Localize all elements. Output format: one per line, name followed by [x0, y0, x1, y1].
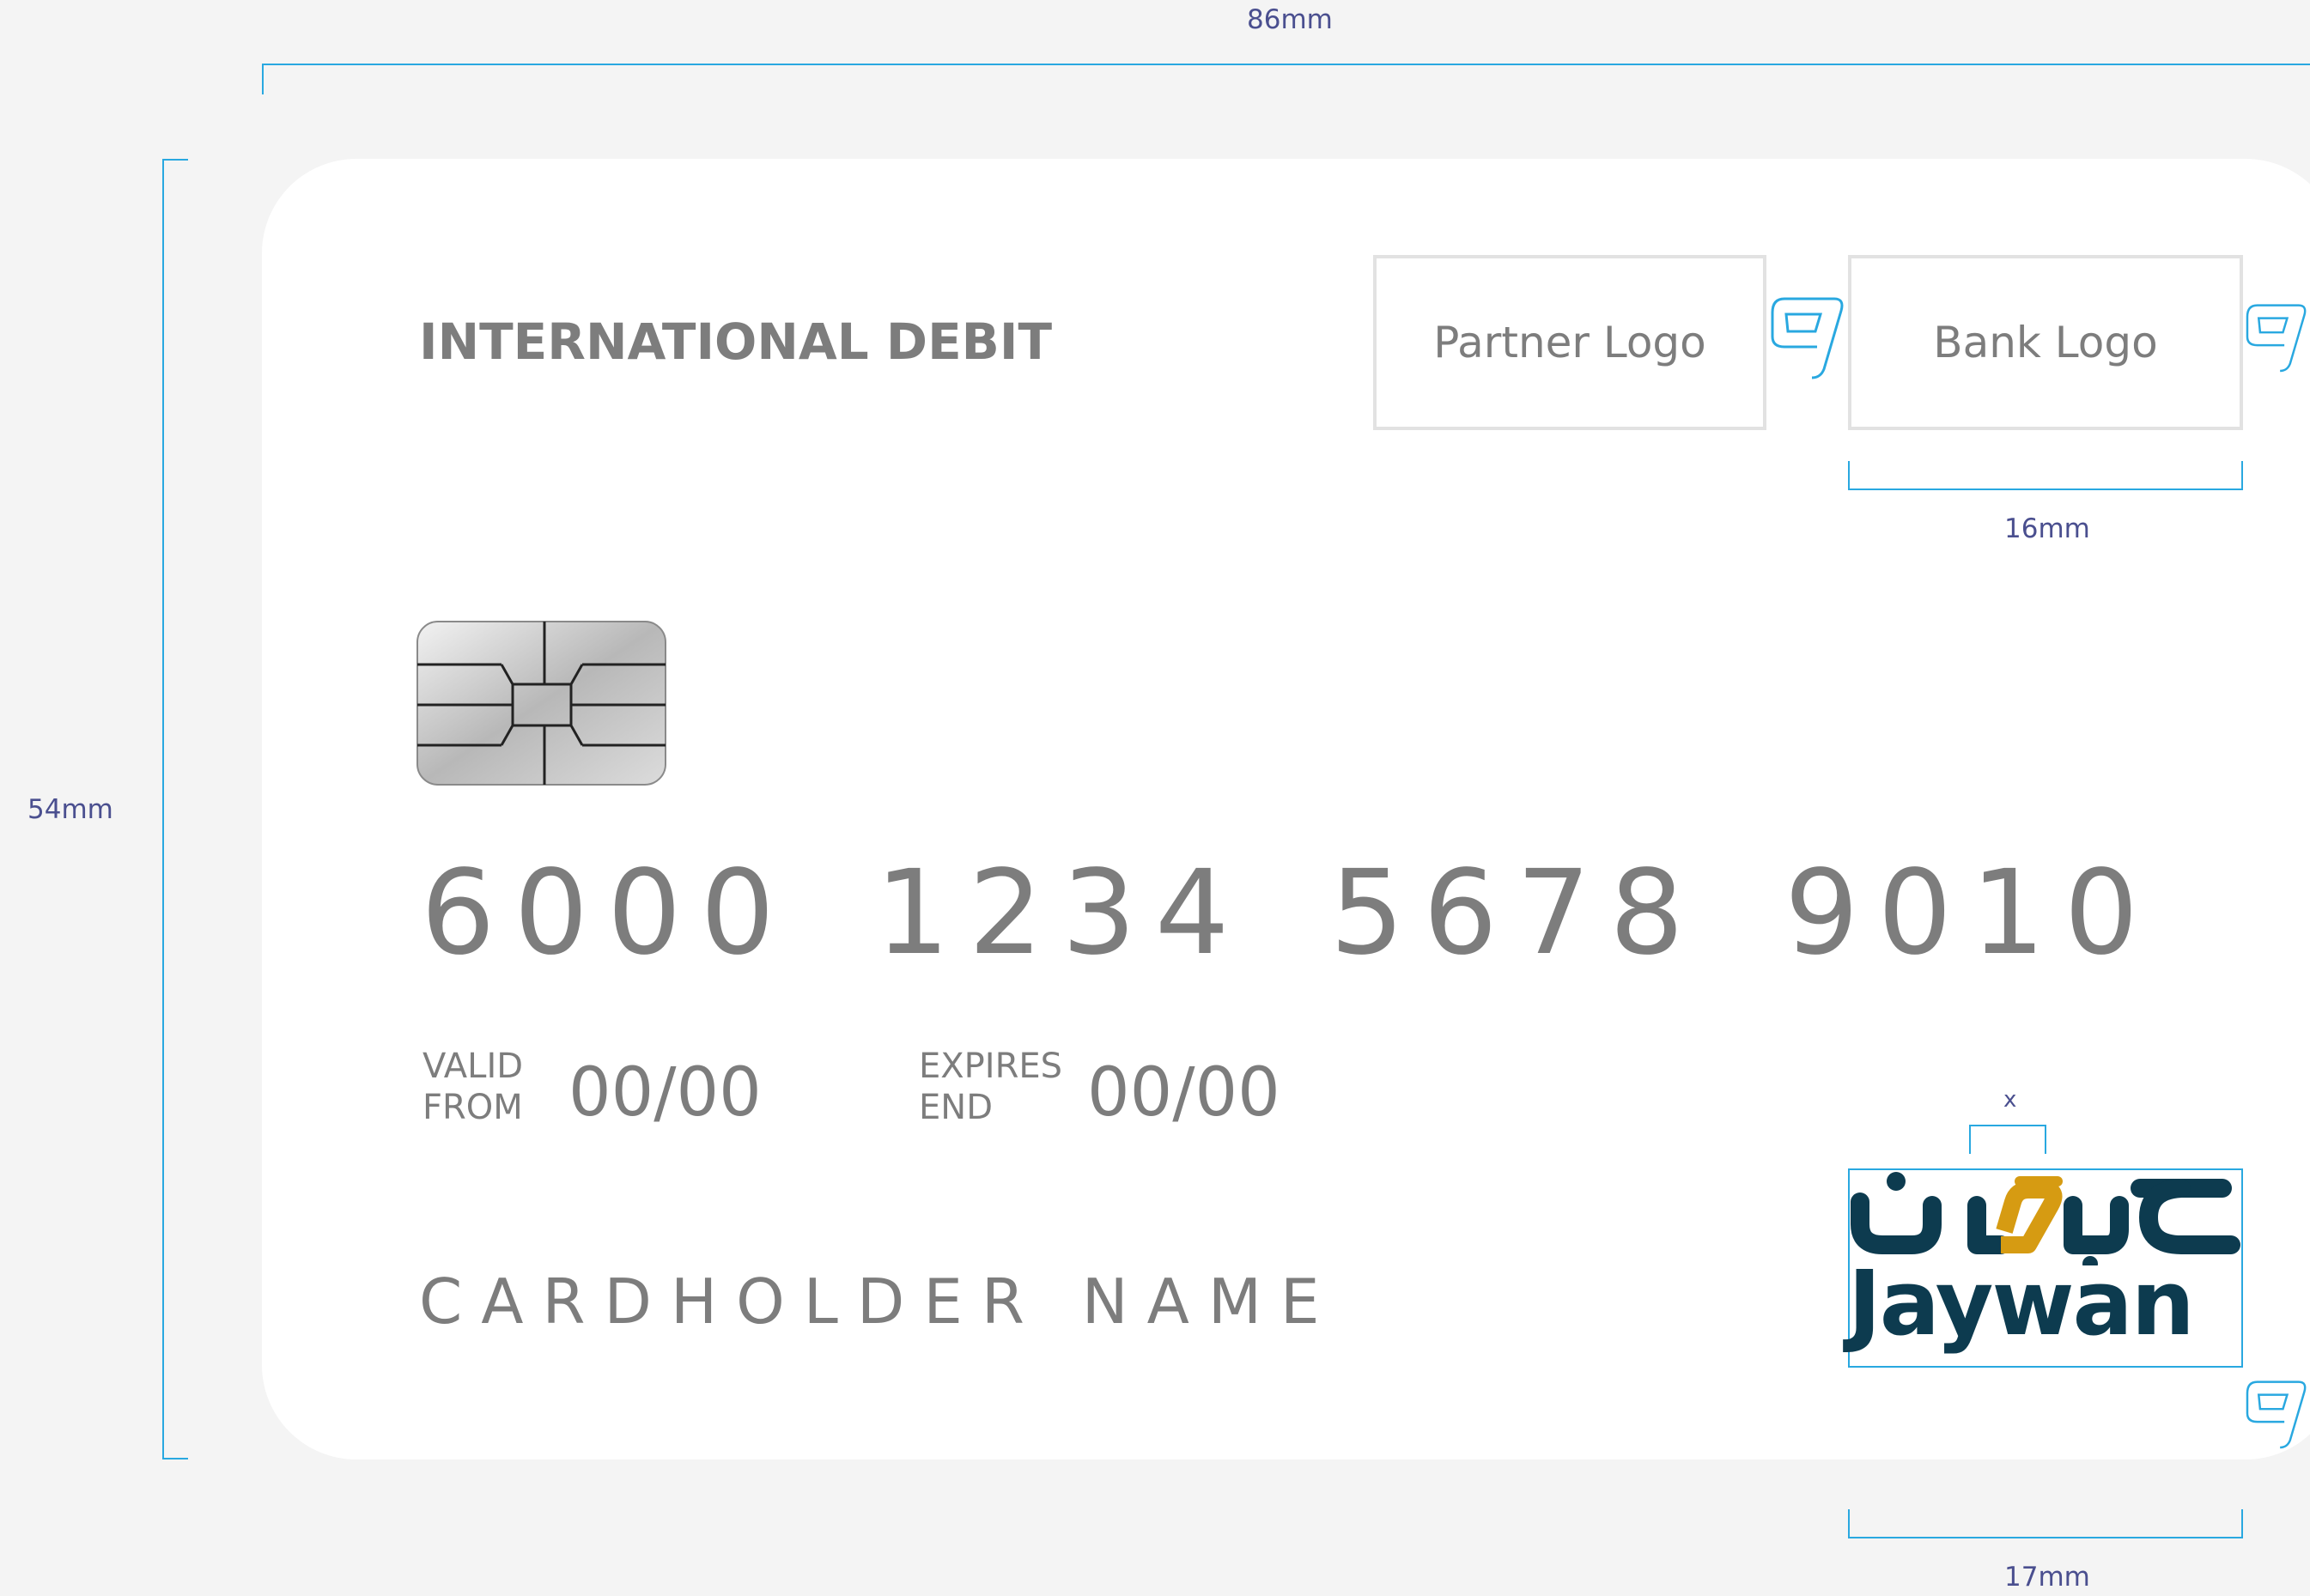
bank-logo-label: Bank Logo [1933, 318, 2158, 367]
scheme-logo-width-bracket [1848, 1509, 2243, 1538]
card-width-bracket [262, 64, 2310, 94]
bank-logo-width-bracket [1848, 461, 2243, 490]
clearspace-mark-icon [2246, 1381, 2307, 1449]
card-height-label: 54mm [27, 794, 113, 825]
bank-logo-placeholder: Bank Logo [1848, 255, 2243, 430]
cardholder-name: CARDHOLDER NAME [419, 1265, 1339, 1338]
card-type-title: INTERNATIONAL DEBIT [419, 313, 1053, 371]
valid-from-label-line2: FROM [422, 1088, 523, 1127]
valid-from-label-line1: VALID [422, 1047, 524, 1086]
clearspace-mark-icon [2246, 304, 2307, 373]
expires-end-label-line1: EXPIRES [919, 1047, 1063, 1086]
partner-logo-label: Partner Logo [1433, 318, 1706, 367]
partner-logo-placeholder: Partner Logo [1373, 255, 1766, 430]
emv-chip-icon [416, 621, 666, 786]
expires-end-value: 00/00 [1087, 1054, 1280, 1132]
clearspace-x-bracket [1969, 1125, 2046, 1154]
card-width-label: 86mm [1247, 4, 1333, 35]
valid-from-value: 00/00 [568, 1054, 762, 1132]
card-number: 6000 1234 5678 9010 [421, 846, 2158, 981]
bank-logo-width-label: 16mm [2004, 513, 2090, 544]
expires-end-label-line2: END [919, 1088, 993, 1127]
jaywan-latin-wordmark: Jaywan [1848, 1251, 2195, 1356]
clearspace-x-label: x [2003, 1087, 2017, 1113]
scheme-logo-width-label: 17mm [2004, 1562, 2090, 1593]
card-height-bracket [162, 159, 188, 1459]
clearspace-mark-icon [1771, 297, 1844, 379]
